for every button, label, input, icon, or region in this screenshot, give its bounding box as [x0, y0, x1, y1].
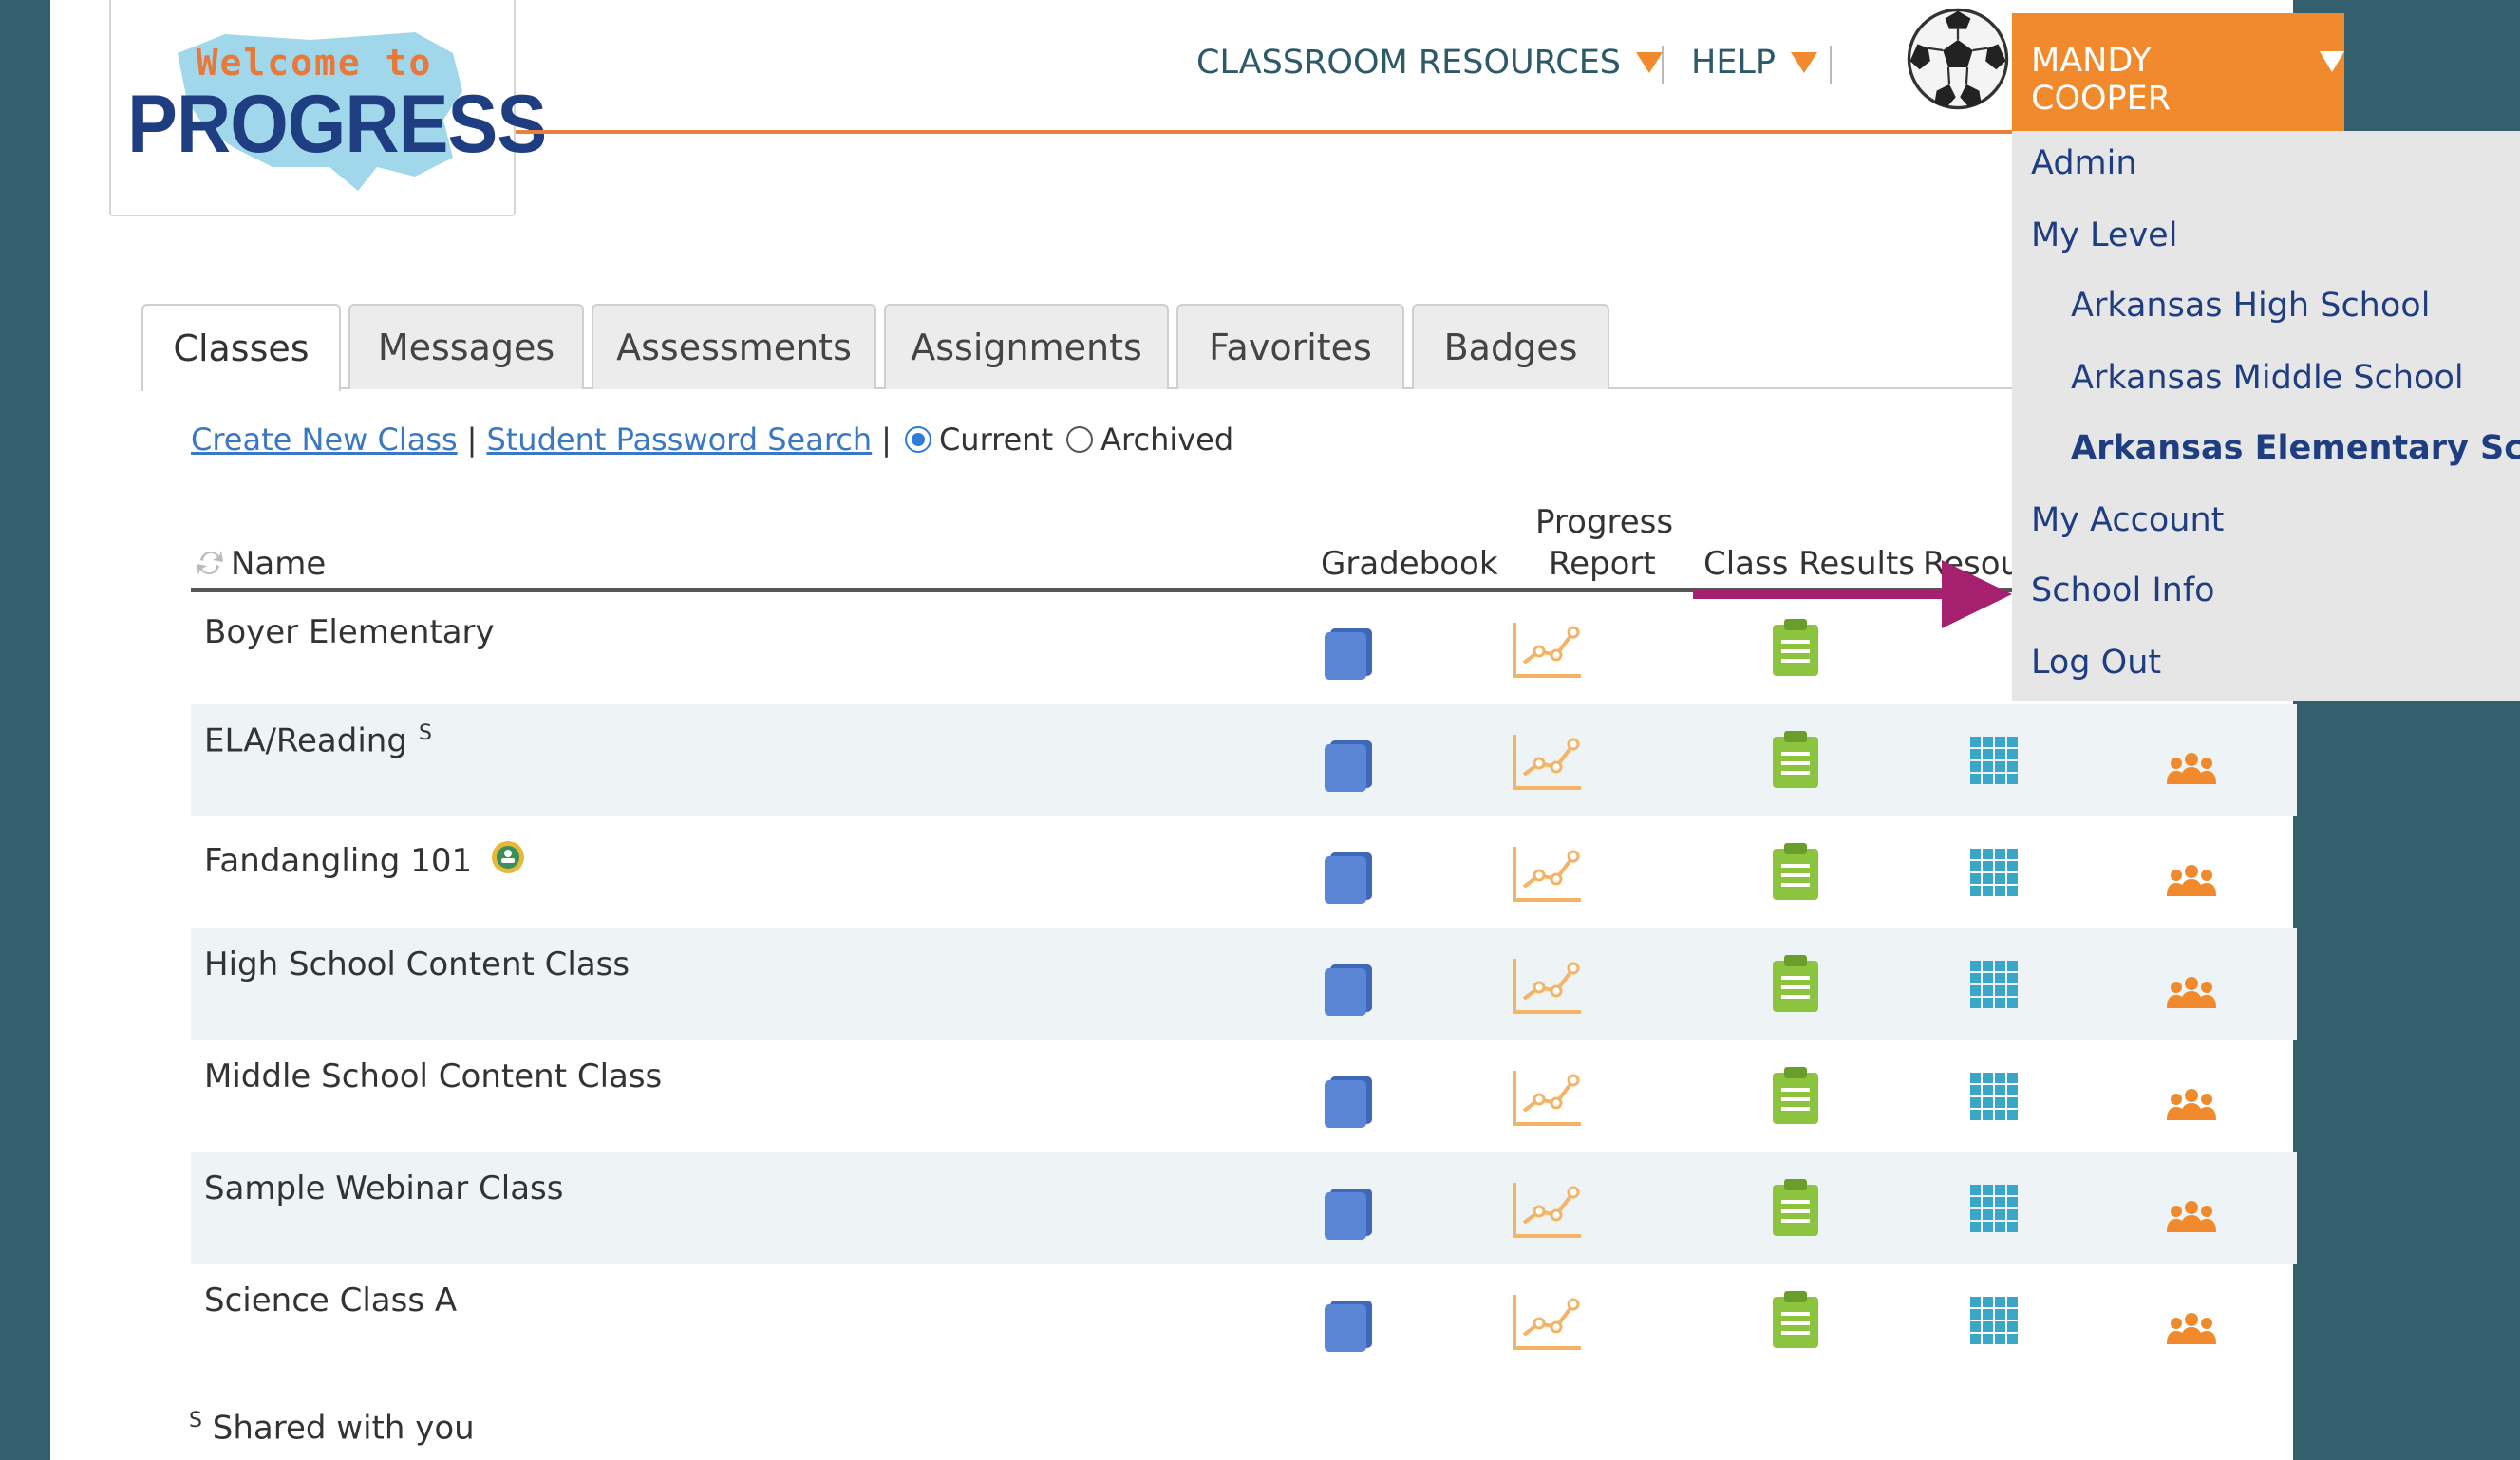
class-actions-row: Create New Class | Student Password Sear…: [191, 421, 1233, 458]
menu-item-admin[interactable]: Admin: [2031, 144, 2137, 182]
current-label: Current: [938, 421, 1054, 458]
progress-report-icon[interactable]: [1511, 1067, 1583, 1128]
tab-messages[interactable]: Messages: [348, 304, 584, 389]
shared-footnote-text: Shared with you: [212, 1409, 475, 1448]
tab-classes[interactable]: Classes: [141, 304, 341, 391]
nav-separator: [1830, 46, 1832, 84]
class-name[interactable]: ELA/Reading S: [204, 721, 432, 759]
shared-marker: S: [189, 1409, 202, 1432]
help-menu[interactable]: HELP: [1691, 38, 1818, 87]
progress-report-icon[interactable]: [1511, 955, 1583, 1016]
chevron-down-icon: [2320, 51, 2344, 72]
name-column-header[interactable]: Name: [231, 545, 326, 583]
user-menu-button[interactable]: MANDY COOPER: [2012, 13, 2344, 131]
menu-item-arkansas-elementary-school[interactable]: Arkansas Elementary School: [2071, 429, 2520, 467]
class-results-icon[interactable]: [1771, 1065, 1820, 1126]
menu-item-my-level[interactable]: My Level: [2031, 216, 2177, 254]
classroom-resources-menu[interactable]: CLASSROOM RESOURCES: [1196, 38, 1664, 87]
resources-grid-icon[interactable]: [1970, 737, 2020, 786]
gradebook-column-header: Gradebook: [1321, 545, 1498, 583]
user-name: MANDY COOPER: [2031, 42, 2172, 118]
shared-marker: S: [418, 721, 432, 745]
class-name[interactable]: Science Class A: [204, 1282, 457, 1320]
tab-assignments[interactable]: Assignments: [884, 304, 1169, 389]
class-name-text: Fandangling 101: [204, 842, 473, 880]
user-dropdown-menu: Admin My Level Arkansas High School Arka…: [2012, 131, 2520, 701]
class-results-icon[interactable]: [1771, 729, 1820, 790]
progress-report-icon[interactable]: [1511, 1291, 1583, 1352]
progress-report-icon[interactable]: [1511, 731, 1583, 792]
logo[interactable]: Welcome to PROGRESS: [109, 0, 547, 216]
resources-grid-icon[interactable]: [1970, 1185, 2020, 1234]
help-label: HELP: [1691, 44, 1777, 82]
classroom-resources-label: CLASSROOM RESOURCES: [1196, 44, 1622, 82]
menu-item-my-account[interactable]: My Account: [2031, 501, 2224, 539]
members-icon[interactable]: [2165, 752, 2218, 786]
gradebook-icon[interactable]: [1323, 739, 1376, 792]
class-results-icon[interactable]: [1771, 841, 1820, 902]
archived-label: Archived: [1100, 421, 1234, 458]
progress-report-icon[interactable]: [1511, 619, 1583, 680]
class-name[interactable]: Boyer Elementary: [204, 613, 495, 651]
members-icon[interactable]: [2165, 1312, 2218, 1346]
soccer-ball-avatar[interactable]: [1905, 6, 2011, 112]
menu-item-log-out[interactable]: Log Out: [2031, 644, 2161, 682]
tab-assessments[interactable]: Assessments: [592, 304, 876, 389]
resources-grid-icon[interactable]: [1970, 961, 2020, 1010]
gradebook-icon[interactable]: [1323, 851, 1376, 904]
page: Welcome to PROGRESS CLASSROOM RESOURCES …: [50, 0, 2520, 1460]
chevron-down-icon: [1636, 52, 1664, 73]
members-icon[interactable]: [2165, 976, 2218, 1010]
menu-item-school-info[interactable]: School Info: [2031, 571, 2215, 609]
chevron-down-icon: [1791, 52, 1818, 73]
tab-badges[interactable]: Badges: [1412, 304, 1609, 389]
resources-grid-icon[interactable]: [1970, 849, 2020, 898]
gradebook-icon[interactable]: [1323, 963, 1376, 1016]
class-results-icon[interactable]: [1771, 1177, 1820, 1238]
resources-grid-icon[interactable]: [1970, 1073, 2020, 1122]
class-name-text: ELA/Reading: [204, 721, 407, 760]
resources-grid-icon[interactable]: [1970, 1297, 2020, 1346]
class-name[interactable]: Sample Webinar Class: [204, 1170, 563, 1207]
shared-footnote: S Shared with you: [189, 1409, 475, 1447]
tab-favorites[interactable]: Favorites: [1176, 304, 1404, 389]
class-name[interactable]: Fandangling 101: [204, 839, 526, 880]
gradebook-icon[interactable]: [1323, 1187, 1376, 1240]
class-results-icon[interactable]: [1771, 953, 1820, 1014]
members-icon[interactable]: [2165, 1200, 2218, 1234]
progress-report-header-line2: Report: [1549, 545, 1656, 583]
student-password-search-link[interactable]: Student Password Search: [486, 421, 872, 458]
progress-report-icon[interactable]: [1511, 1179, 1583, 1240]
annotation-arrow-icon: [1693, 560, 2012, 628]
archived-radio[interactable]: [1066, 426, 1094, 453]
current-radio[interactable]: [904, 426, 931, 453]
logo-progress: PROGRESS: [127, 79, 547, 170]
refresh-icon[interactable]: [195, 547, 225, 579]
gradebook-icon[interactable]: [1323, 1299, 1376, 1352]
create-new-class-link[interactable]: Create New Class: [191, 421, 458, 458]
link-separator: |: [881, 421, 892, 458]
progress-report-icon[interactable]: [1511, 843, 1583, 904]
members-icon[interactable]: [2165, 1088, 2218, 1122]
members-icon[interactable]: [2165, 864, 2218, 898]
menu-item-arkansas-high-school[interactable]: Arkansas High School: [2071, 287, 2430, 325]
nav-separator: [1662, 46, 1664, 84]
gradebook-icon[interactable]: [1323, 627, 1376, 680]
gradebook-icon[interactable]: [1323, 1075, 1376, 1128]
progress-report-header-line1: Progress: [1535, 503, 1674, 541]
badge-icon: [491, 841, 524, 873]
class-name[interactable]: High School Content Class: [204, 945, 630, 983]
menu-item-arkansas-middle-school[interactable]: Arkansas Middle School: [2071, 359, 2464, 397]
class-name[interactable]: Middle School Content Class: [204, 1058, 662, 1095]
link-separator: |: [466, 421, 478, 458]
class-results-icon[interactable]: [1771, 1289, 1820, 1350]
